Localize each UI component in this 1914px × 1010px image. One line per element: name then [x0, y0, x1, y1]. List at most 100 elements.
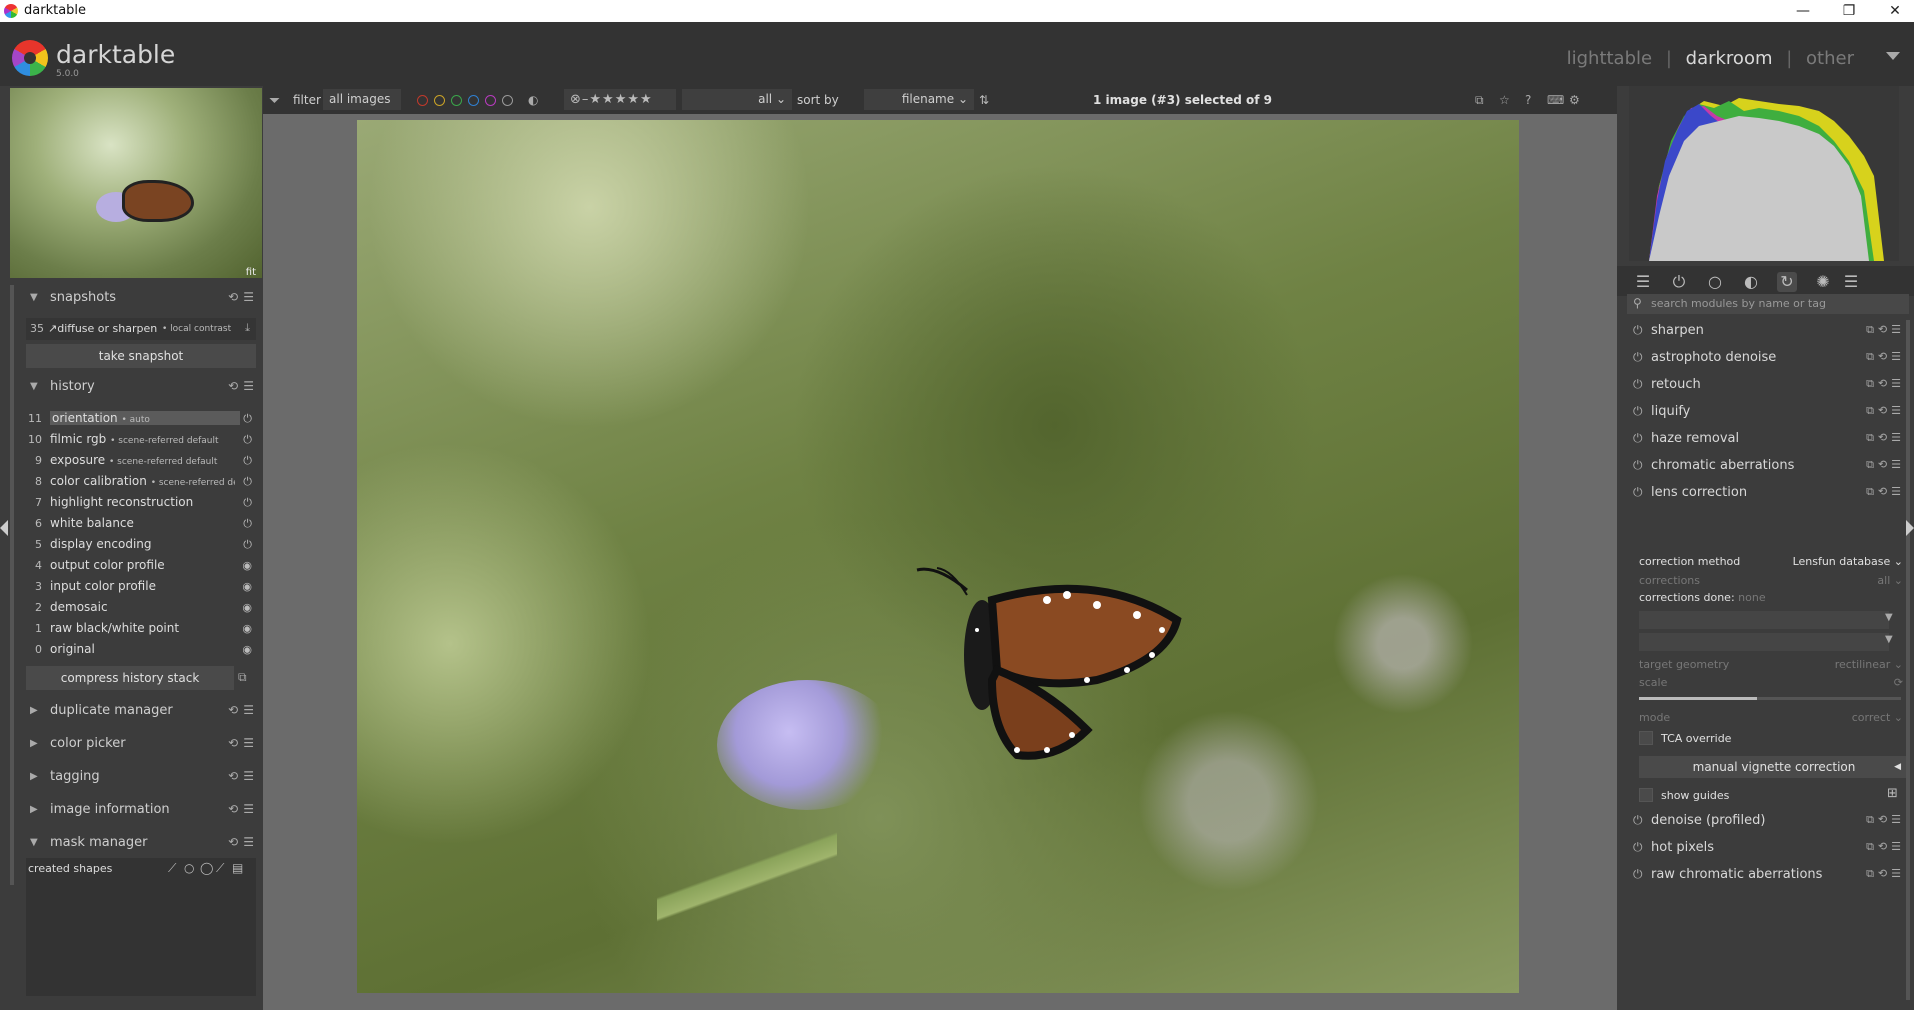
module-row[interactable]: ⏻ denoise (profiled) ⧉⟲☰	[1627, 808, 1909, 835]
add-circle-icon[interactable]: ○	[184, 861, 194, 875]
reset-icon[interactable]: ⟲	[228, 835, 238, 849]
history-item[interactable]: 8 color calibration • scene-referred def.…	[26, 472, 256, 493]
show-guides-checkbox[interactable]	[1639, 788, 1653, 802]
navigation-thumbnail[interactable]: fit	[10, 88, 262, 278]
module-actions-icons[interactable]: ⧉⟲☰	[1866, 485, 1905, 499]
module-power-icon[interactable]: ⏻	[1633, 431, 1643, 446]
history-item[interactable]: 4 output color profile ◉	[26, 556, 256, 577]
module-groups-menu-icon[interactable]: ☰	[1841, 272, 1861, 292]
compress-history-button[interactable]: compress history stack	[26, 666, 234, 690]
module-actions-icons[interactable]: ⧉⟲☰	[1866, 458, 1905, 472]
color-label-filter-dot[interactable]	[417, 95, 428, 106]
minimize-button[interactable]: —	[1780, 0, 1826, 22]
help-icon[interactable]: ?	[1525, 93, 1531, 107]
history-item[interactable]: 1 raw black/white point ◉	[26, 619, 256, 640]
collapse-right-panel-icon[interactable]	[1906, 520, 1914, 536]
left-panel-scrollbar[interactable]	[10, 285, 14, 885]
history-item[interactable]: 11 orientation • auto ⏻	[26, 409, 256, 430]
color-label-filter-dot[interactable]	[502, 95, 513, 106]
history-item[interactable]: 6 white balance ⏻	[26, 514, 256, 535]
history-item[interactable]: 5 display encoding ⏻	[26, 535, 256, 556]
collapse-left-panel-icon[interactable]	[0, 520, 8, 536]
add-ellipse-icon[interactable]: ◯	[200, 861, 213, 875]
scale-auto-icon[interactable]: ⟳	[1894, 676, 1903, 689]
module-search-input[interactable]: ⚲ search modules by name or tag	[1627, 294, 1909, 314]
color-label-filter-dot[interactable]	[468, 95, 479, 106]
module-power-icon[interactable]: ⏻	[1633, 323, 1643, 338]
filter-select[interactable]: all images ⌄	[323, 89, 401, 120]
image-information-header[interactable]: ▶ image information ⟲ ☰	[22, 797, 262, 823]
module-power-icon[interactable]: ⏻	[1633, 377, 1643, 392]
module-actions-icons[interactable]: ⧉⟲☰	[1866, 840, 1905, 854]
module-actions-icons[interactable]: ⧉⟲☰	[1866, 431, 1905, 445]
color-label-filter-dot[interactable]	[451, 95, 462, 106]
reset-icon[interactable]: ⟲	[228, 379, 238, 393]
module-power-icon[interactable]: ⏻	[1633, 813, 1643, 828]
module-row[interactable]: ⏻ raw chromatic aberrations ⧉⟲☰	[1627, 862, 1909, 889]
color-picker-header[interactable]: ▶ color picker ⟲ ☰	[22, 731, 262, 757]
module-power-icon[interactable]: ⏻	[1633, 840, 1643, 855]
overlays-star-icon[interactable]: ☆	[1499, 93, 1510, 107]
presets-icon[interactable]: ☰	[243, 290, 254, 304]
history-header[interactable]: ▼ history ⟲ ☰	[22, 374, 262, 400]
module-row[interactable]: ⏻ lens correction ⧉⟲☰	[1627, 480, 1909, 507]
color-label-filter-dot[interactable]	[485, 95, 496, 106]
shortcuts-keyboard-icon[interactable]: ⌨	[1547, 93, 1564, 107]
target-geometry-row[interactable]: target geometry rectilinear ⌄	[1629, 655, 1909, 675]
history-style-icon[interactable]: ⧉	[238, 670, 247, 685]
corrections-select[interactable]: all ⌄	[1877, 574, 1903, 587]
filter-funnel-icon[interactable]: ⏷	[269, 93, 280, 109]
close-button[interactable]: ✕	[1872, 0, 1914, 22]
module-row[interactable]: ⏻ retouch ⧉⟲☰	[1627, 372, 1909, 399]
add-brush-icon[interactable]: ⟋	[216, 861, 224, 876]
sort-select[interactable]: filename ⌄	[864, 89, 974, 110]
view-lighttable[interactable]: lighttable	[1567, 48, 1652, 69]
correction-method-select[interactable]: Lensfun database ⌄	[1793, 555, 1903, 568]
history-item[interactable]: 0 original ◉	[26, 640, 256, 661]
presets-icon[interactable]: ☰	[243, 379, 254, 393]
history-item[interactable]: 3 input color profile ◉	[26, 577, 256, 598]
module-actions-icons[interactable]: ⧉⟲☰	[1866, 867, 1905, 881]
history-item[interactable]: 2 demosaic ◉	[26, 598, 256, 619]
views-dropdown-icon[interactable]	[1886, 52, 1900, 60]
history-item[interactable]: 7 highlight reconstruction ⏻	[26, 493, 256, 514]
reset-icon[interactable]: ⟲	[228, 736, 238, 750]
rating-filter[interactable]: ⊗–★★★★★	[564, 89, 676, 110]
snapshot-entry[interactable]: 35 ↗diffuse or sharpen • local contrast …	[26, 318, 256, 340]
grouping-icon[interactable]: ⧉	[1475, 93, 1484, 108]
snapshot-restore-icon[interactable]: ⤓	[245, 321, 250, 335]
module-actions-icons[interactable]: ⧉⟲☰	[1866, 377, 1905, 391]
mask-manager-header[interactable]: ▼ mask manager ⟲ ☰	[22, 830, 262, 856]
add-gradient-icon[interactable]: ▤	[232, 861, 243, 875]
sort-order-icon[interactable]: ⇅	[979, 93, 989, 107]
reset-icon[interactable]: ⟲	[228, 802, 238, 816]
grey-label-toggle-icon[interactable]: ◐	[528, 93, 538, 107]
add-path-icon[interactable]: ⟋	[168, 861, 176, 876]
module-actions-icons[interactable]: ⧉⟲☰	[1866, 323, 1905, 337]
scale-row[interactable]: scale ⟳	[1629, 673, 1909, 693]
scale-slider-fill[interactable]	[1639, 697, 1757, 700]
module-power-icon[interactable]: ⏻	[1633, 350, 1643, 365]
history-item[interactable]: 10 filmic rgb • scene-referred default ⏻	[26, 430, 256, 451]
module-row[interactable]: ⏻ sharpen ⧉⟲☰	[1627, 318, 1909, 345]
module-row[interactable]: ⏻ astrophoto denoise ⧉⟲☰	[1627, 345, 1909, 372]
main-image[interactable]	[357, 120, 1519, 993]
view-darkroom[interactable]: darkroom	[1686, 48, 1773, 69]
presets-icon[interactable]: ☰	[243, 802, 254, 816]
effect-modules-icon[interactable]: ✺	[1813, 272, 1833, 292]
reset-icon[interactable]: ⟲	[228, 769, 238, 783]
target-geometry-select[interactable]: rectilinear ⌄	[1835, 658, 1903, 671]
module-row[interactable]: ⏻ hot pixels ⧉⟲☰	[1627, 835, 1909, 862]
reset-icon[interactable]: ⟲	[228, 290, 238, 304]
duplicate-manager-header[interactable]: ▶ duplicate manager ⟲ ☰	[22, 698, 262, 724]
presets-icon[interactable]: ☰	[243, 736, 254, 750]
manual-vignette-correction-button[interactable]: manual vignette correction ◀	[1639, 756, 1909, 778]
snapshots-header[interactable]: ▼ snapshots ⟲ ☰	[22, 285, 262, 311]
presets-icon[interactable]: ☰	[243, 769, 254, 783]
base-modules-circle-icon[interactable]: ○	[1705, 272, 1725, 292]
tone-modules-color-icon[interactable]: ◐	[1741, 272, 1761, 292]
module-power-icon[interactable]: ⏻	[1633, 458, 1643, 473]
active-modules-power-icon[interactable]: ⏻	[1669, 272, 1689, 292]
lens-field[interactable]	[1639, 633, 1889, 651]
reset-icon[interactable]: ⟲	[228, 703, 238, 717]
